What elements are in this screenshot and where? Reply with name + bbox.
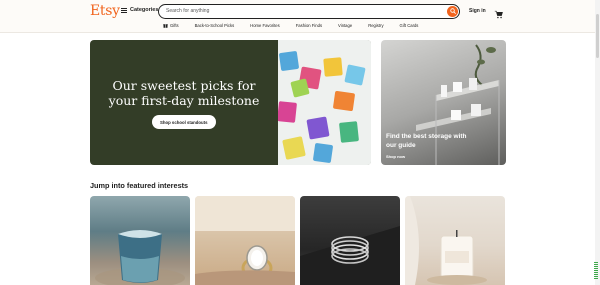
header: Etsy Categories Search for anything Sign… xyxy=(0,0,600,33)
hero-headline: Our sweetest picks for your first-day mi… xyxy=(90,78,278,108)
shop-school-standouts-button[interactable]: Shop school standouts xyxy=(152,115,216,129)
storage-guide-card[interactable]: Find the best storage with our guide Sho… xyxy=(381,40,506,165)
scrollbar-thumb[interactable] xyxy=(596,14,599,58)
pottery-cup-image xyxy=(95,230,185,285)
subnav-label: Gift Cards xyxy=(399,23,419,28)
subnav-label: Fashion Finds xyxy=(295,23,323,28)
featured-card-candles[interactable] xyxy=(405,196,505,285)
subnav-item-back-to-school[interactable]: Back-to-School Picks xyxy=(195,23,235,28)
subnav-item-registry[interactable]: Registry xyxy=(368,23,383,28)
hero-headline-line2: your first-day milestone xyxy=(108,93,260,108)
search-button[interactable] xyxy=(447,5,458,17)
subnav-label: Home Favorites xyxy=(250,23,280,28)
subnav-item-gift-cards[interactable]: Gift Cards xyxy=(400,23,419,28)
subnav-label: Vintage xyxy=(338,23,353,28)
search-icon xyxy=(449,8,456,14)
search-input[interactable]: Search for anything xyxy=(166,8,209,14)
sub-navigation: Gifts Back-to-School Picks Home Favorite… xyxy=(163,23,434,28)
subnav-item-fashion-finds[interactable]: Fashion Finds xyxy=(296,23,322,28)
storage-guide-title: Find the best storage with our guide xyxy=(386,133,467,149)
subnav-item-vintage[interactable]: Vintage xyxy=(338,23,352,28)
featured-card-rings[interactable] xyxy=(195,196,295,285)
hero-headline-line1: Our sweetest picks for xyxy=(112,78,256,93)
gift-icon xyxy=(163,24,168,28)
hero-banner[interactable]: Our sweetest picks for your first-day mi… xyxy=(90,40,371,165)
subnav-item-gifts[interactable]: Gifts xyxy=(163,23,179,28)
candle-image xyxy=(405,196,487,285)
scroll-indicator xyxy=(594,262,598,279)
subnav-label: Registry xyxy=(368,23,384,28)
cart-button[interactable] xyxy=(494,6,503,24)
etsy-logo[interactable]: Etsy xyxy=(90,3,120,19)
subnav-label: Back-to-School Picks xyxy=(194,23,235,28)
search-bar[interactable]: Search for anything xyxy=(158,4,460,19)
menu-icon xyxy=(121,7,127,13)
categories-label: Categories xyxy=(130,7,159,13)
bangles-image xyxy=(300,226,400,285)
featured-card-pottery[interactable] xyxy=(90,196,190,285)
sign-in-link[interactable]: Sign in xyxy=(469,8,486,14)
storage-shop-now-link[interactable]: Shop now xyxy=(386,154,405,159)
subnav-label: Gifts xyxy=(170,23,179,28)
featured-card-bangles[interactable] xyxy=(300,196,400,285)
hero-image xyxy=(278,40,371,165)
letter-tiles-image xyxy=(278,40,371,165)
subnav-item-home-favorites[interactable]: Home Favorites xyxy=(250,23,280,28)
cart-icon xyxy=(494,10,503,19)
ring-image xyxy=(195,196,295,285)
categories-button[interactable]: Categories xyxy=(121,7,158,13)
featured-interests-heading: Jump into featured interests xyxy=(90,181,189,190)
